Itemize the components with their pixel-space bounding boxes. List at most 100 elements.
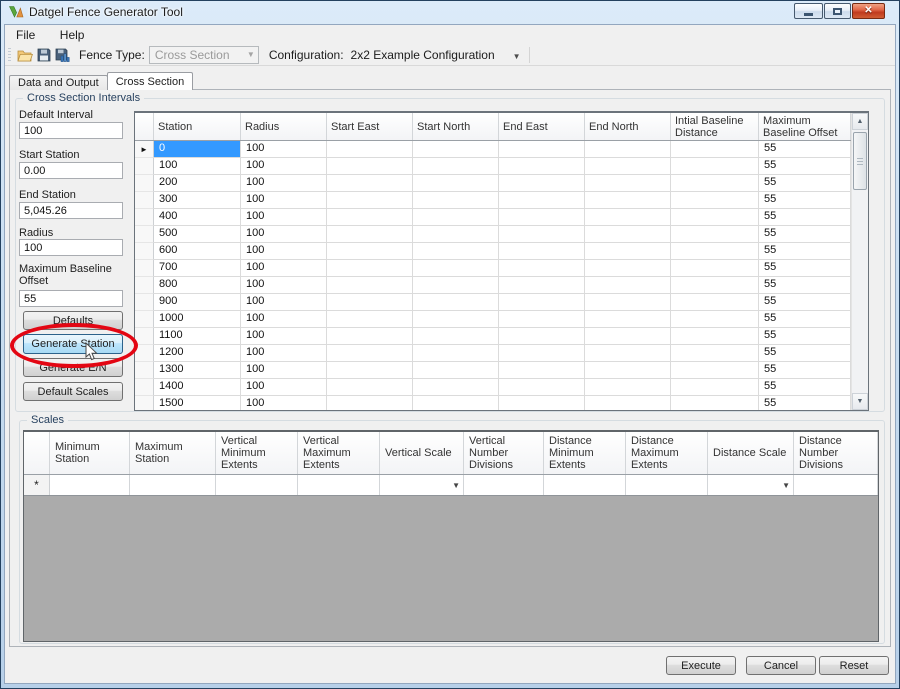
row-header[interactable] <box>135 209 154 226</box>
grid-cell[interactable]: 300 <box>154 192 241 209</box>
grid-cell[interactable] <box>413 362 499 379</box>
grid-cell[interactable] <box>413 311 499 328</box>
column-header-end-east[interactable]: End East <box>499 113 585 140</box>
column-header-station[interactable]: Station <box>154 113 241 140</box>
grid-cell-distance-maximum-extents[interactable] <box>626 475 708 495</box>
default-interval-input[interactable] <box>19 122 123 139</box>
grid-cell[interactable] <box>499 311 585 328</box>
chevron-down-icon[interactable]: ▼ <box>782 481 790 490</box>
grid-cell[interactable] <box>327 243 413 260</box>
grid-cell[interactable] <box>585 243 671 260</box>
grid-cell[interactable] <box>499 158 585 175</box>
grid-cell[interactable] <box>327 311 413 328</box>
grid-cell[interactable] <box>671 328 759 345</box>
grid-cell-distance-number-divisions[interactable] <box>794 475 878 495</box>
grid-cell[interactable] <box>585 175 671 192</box>
grid-cell[interactable] <box>327 192 413 209</box>
menu-item-help[interactable]: Help <box>51 26 94 44</box>
grid-cell[interactable] <box>499 141 585 158</box>
close-button[interactable]: ✕ <box>852 3 885 19</box>
grid-cell[interactable] <box>499 294 585 311</box>
column-header-maximum-station[interactable]: Maximum Station <box>130 432 216 474</box>
grid-cell[interactable] <box>327 396 413 411</box>
row-header[interactable] <box>135 294 154 311</box>
grid-cell[interactable]: 55 <box>759 379 851 396</box>
grid-cell[interactable]: 55 <box>759 396 851 411</box>
grid-cell[interactable] <box>585 328 671 345</box>
grid-cell[interactable] <box>327 277 413 294</box>
grid-cell[interactable] <box>585 141 671 158</box>
reset-button[interactable]: Reset <box>819 656 889 675</box>
maximize-button[interactable] <box>824 3 851 19</box>
grid-cell[interactable]: 55 <box>759 260 851 277</box>
grid-cell[interactable]: 100 <box>241 226 327 243</box>
scrollbar-thumb[interactable] <box>853 132 867 190</box>
grid-cell[interactable] <box>413 328 499 345</box>
grid-cell[interactable]: 100 <box>241 396 327 411</box>
column-header-radius[interactable]: Radius <box>241 113 327 140</box>
grid-cell[interactable] <box>671 141 759 158</box>
chevron-down-icon[interactable]: ▼ <box>452 481 460 490</box>
grid-cell[interactable] <box>413 396 499 411</box>
grid-cell[interactable] <box>671 175 759 192</box>
grid-corner-cell[interactable] <box>135 113 154 140</box>
grid-cell[interactable] <box>413 277 499 294</box>
grid-cell[interactable] <box>327 141 413 158</box>
grid-cell[interactable]: 700 <box>154 260 241 277</box>
column-header-end-north[interactable]: End North <box>585 113 671 140</box>
generate-station-button[interactable]: Generate Station <box>23 334 123 354</box>
configuration-combo[interactable]: 2x2 Example Configuration <box>351 48 495 62</box>
column-header-start-north[interactable]: Start North <box>413 113 499 140</box>
grid-cell[interactable]: 55 <box>759 175 851 192</box>
row-header[interactable] <box>135 175 154 192</box>
grid-cell[interactable] <box>413 243 499 260</box>
grid-cell[interactable]: 100 <box>241 175 327 192</box>
fence-type-combo[interactable]: Cross Section ▼ <box>149 46 259 64</box>
grid-cell[interactable] <box>413 379 499 396</box>
cancel-button[interactable]: Cancel <box>746 656 816 675</box>
grid-cell[interactable] <box>585 260 671 277</box>
grid-cell[interactable]: 55 <box>759 311 851 328</box>
grid-cell[interactable]: 100 <box>241 311 327 328</box>
grid-cell[interactable] <box>499 277 585 294</box>
grid-cell[interactable] <box>585 209 671 226</box>
grid-cell[interactable]: 100 <box>241 277 327 294</box>
grid-cell[interactable]: 100 <box>241 158 327 175</box>
grid-cell[interactable]: 100 <box>241 260 327 277</box>
grid-cell[interactable]: 1400 <box>154 379 241 396</box>
grid-cell-vertical-scale[interactable]: ▼ <box>380 475 464 495</box>
grid-cell[interactable] <box>413 345 499 362</box>
column-header-distance-number-divisions[interactable]: Distance Number Divisions <box>794 432 878 474</box>
grid-cell[interactable]: 55 <box>759 226 851 243</box>
grid-corner-cell[interactable] <box>24 432 50 474</box>
grid-cell[interactable] <box>585 192 671 209</box>
grid-cell[interactable] <box>327 175 413 192</box>
grid-cell[interactable] <box>327 362 413 379</box>
end-station-input[interactable] <box>19 202 123 219</box>
chevron-down-icon[interactable]: ▼ <box>513 52 521 61</box>
grid-cell-minimum-station[interactable] <box>50 475 130 495</box>
grid-cell[interactable]: 100 <box>154 158 241 175</box>
grid-cell[interactable] <box>499 260 585 277</box>
defaults-button[interactable]: Defaults <box>23 311 123 330</box>
grid-cell[interactable]: 55 <box>759 328 851 345</box>
grid-cell[interactable] <box>327 209 413 226</box>
column-header-vertical-minimum-extents[interactable]: Vertical Minimum Extents <box>216 432 298 474</box>
grid-cell[interactable]: 55 <box>759 277 851 294</box>
minimize-button[interactable] <box>794 3 823 19</box>
grid-cell[interactable]: 55 <box>759 362 851 379</box>
grid-cell[interactable] <box>671 158 759 175</box>
grid-cell[interactable] <box>499 175 585 192</box>
grid-cell[interactable]: 55 <box>759 345 851 362</box>
grid-cell[interactable]: 55 <box>759 141 851 158</box>
grid-cell[interactable]: 100 <box>241 379 327 396</box>
grid-cell[interactable] <box>499 226 585 243</box>
start-station-input[interactable] <box>19 162 123 179</box>
grid-cell[interactable] <box>413 192 499 209</box>
column-header-maximum-baseline-offset[interactable]: Maximum Baseline Offset <box>759 113 851 140</box>
row-header[interactable] <box>135 192 154 209</box>
grid-cell[interactable]: 100 <box>241 141 327 158</box>
grid-cell-vertical-maximum-extents[interactable] <box>298 475 380 495</box>
menu-item-file[interactable]: File <box>7 26 44 44</box>
grid-cell-vertical-minimum-extents[interactable] <box>216 475 298 495</box>
